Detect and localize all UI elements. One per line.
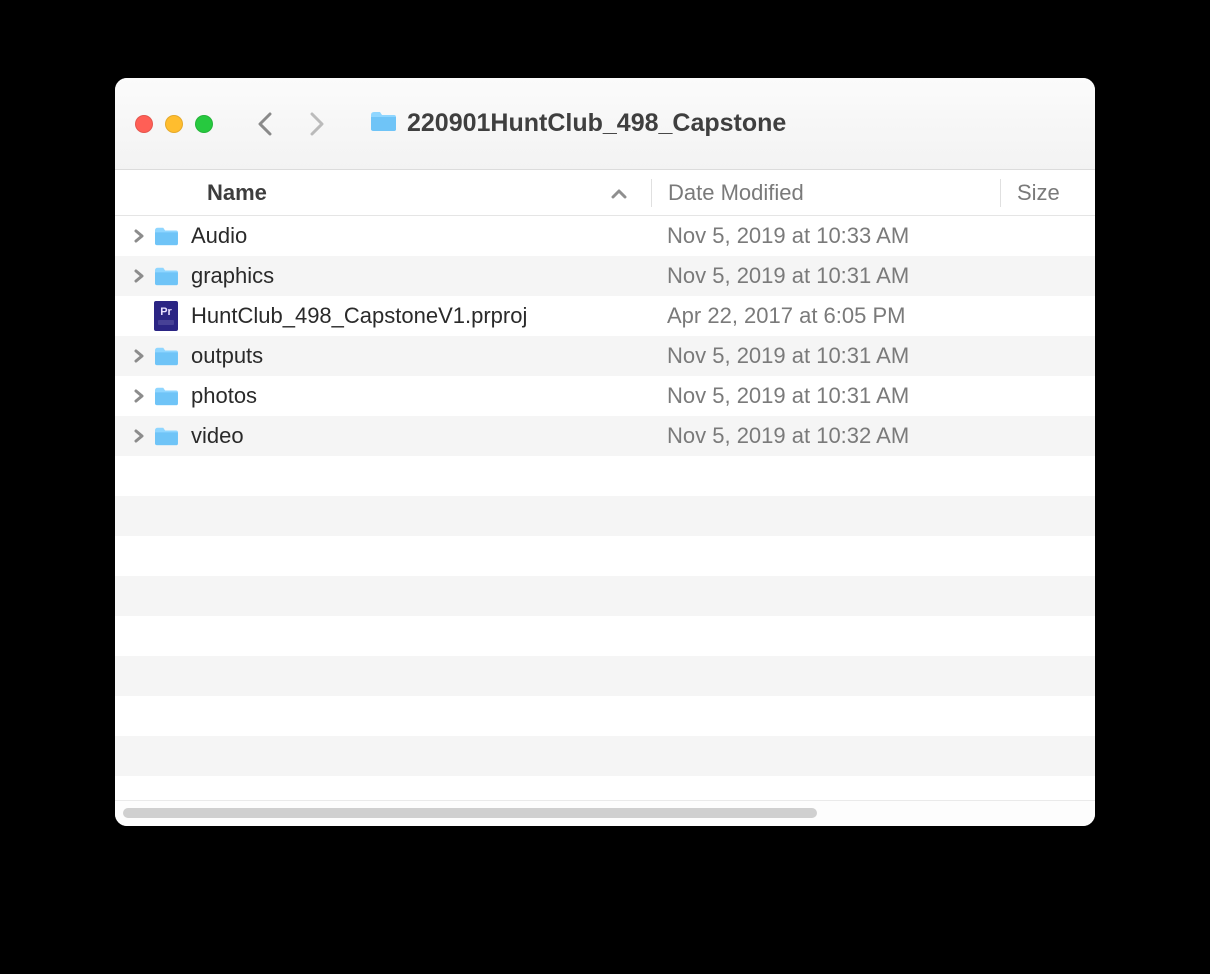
empty-row xyxy=(115,736,1095,776)
file-name: graphics xyxy=(185,263,651,289)
maximize-button[interactable] xyxy=(195,115,213,133)
file-date-modified: Nov 5, 2019 at 10:31 AM xyxy=(651,383,999,409)
column-header-name[interactable]: Name xyxy=(115,180,651,206)
file-date-modified: Nov 5, 2019 at 10:31 AM xyxy=(651,263,999,289)
minimize-button[interactable] xyxy=(165,115,183,133)
column-header-name-label: Name xyxy=(207,180,267,206)
file-row[interactable]: HuntClub_498_CapstoneV1.prprojApr 22, 20… xyxy=(115,296,1095,336)
empty-row xyxy=(115,496,1095,536)
columns-header: Name Date Modified Size xyxy=(115,170,1095,216)
disclosure-triangle[interactable] xyxy=(115,349,147,363)
file-row[interactable]: photosNov 5, 2019 at 10:31 AM xyxy=(115,376,1095,416)
nav-arrows xyxy=(249,106,333,142)
empty-row xyxy=(115,616,1095,656)
folder-icon xyxy=(147,265,185,287)
disclosure-triangle[interactable] xyxy=(115,389,147,403)
file-date-modified: Nov 5, 2019 at 10:33 AM xyxy=(651,223,999,249)
forward-button[interactable] xyxy=(301,106,333,142)
close-button[interactable] xyxy=(135,115,153,133)
file-date-modified: Apr 22, 2017 at 6:05 PM xyxy=(651,303,999,329)
folder-icon xyxy=(147,225,185,247)
file-name: HuntClub_498_CapstoneV1.prproj xyxy=(185,303,651,329)
folder-icon xyxy=(147,385,185,407)
bottom-bar xyxy=(115,800,1095,826)
title-folder[interactable]: 220901HuntClub_498_Capstone xyxy=(369,109,786,138)
file-row[interactable]: graphicsNov 5, 2019 at 10:31 AM xyxy=(115,256,1095,296)
file-row[interactable]: AudioNov 5, 2019 at 10:33 AM xyxy=(115,216,1095,256)
file-name: outputs xyxy=(185,343,651,369)
column-header-size-label: Size xyxy=(1017,180,1060,205)
empty-row xyxy=(115,536,1095,576)
scrollbar-thumb[interactable] xyxy=(123,808,817,818)
file-name: Audio xyxy=(185,223,651,249)
file-row[interactable]: outputsNov 5, 2019 at 10:31 AM xyxy=(115,336,1095,376)
premiere-project-icon xyxy=(147,301,185,331)
empty-row xyxy=(115,696,1095,736)
sort-ascending-icon xyxy=(611,180,627,206)
folder-icon xyxy=(147,345,185,367)
file-name: video xyxy=(185,423,651,449)
empty-row xyxy=(115,456,1095,496)
file-date-modified: Nov 5, 2019 at 10:32 AM xyxy=(651,423,999,449)
titlebar: 220901HuntClub_498_Capstone xyxy=(115,78,1095,170)
traffic-lights xyxy=(135,115,213,133)
window-title: 220901HuntClub_498_Capstone xyxy=(407,109,786,138)
file-name: photos xyxy=(185,383,651,409)
empty-row xyxy=(115,576,1095,616)
disclosure-triangle[interactable] xyxy=(115,269,147,283)
file-date-modified: Nov 5, 2019 at 10:31 AM xyxy=(651,343,999,369)
finder-window: 220901HuntClub_498_Capstone Name Date Mo… xyxy=(115,78,1095,826)
file-row[interactable]: videoNov 5, 2019 at 10:32 AM xyxy=(115,416,1095,456)
file-list: AudioNov 5, 2019 at 10:33 AM graphicsNov… xyxy=(115,216,1095,800)
back-button[interactable] xyxy=(249,106,281,142)
column-header-date-label: Date Modified xyxy=(668,180,804,205)
column-header-date[interactable]: Date Modified xyxy=(652,180,1000,206)
disclosure-triangle[interactable] xyxy=(115,229,147,243)
folder-icon xyxy=(369,109,397,138)
empty-row xyxy=(115,656,1095,696)
folder-icon xyxy=(147,425,185,447)
disclosure-triangle[interactable] xyxy=(115,429,147,443)
horizontal-scrollbar[interactable] xyxy=(123,808,1087,818)
column-header-size[interactable]: Size xyxy=(1001,180,1060,206)
